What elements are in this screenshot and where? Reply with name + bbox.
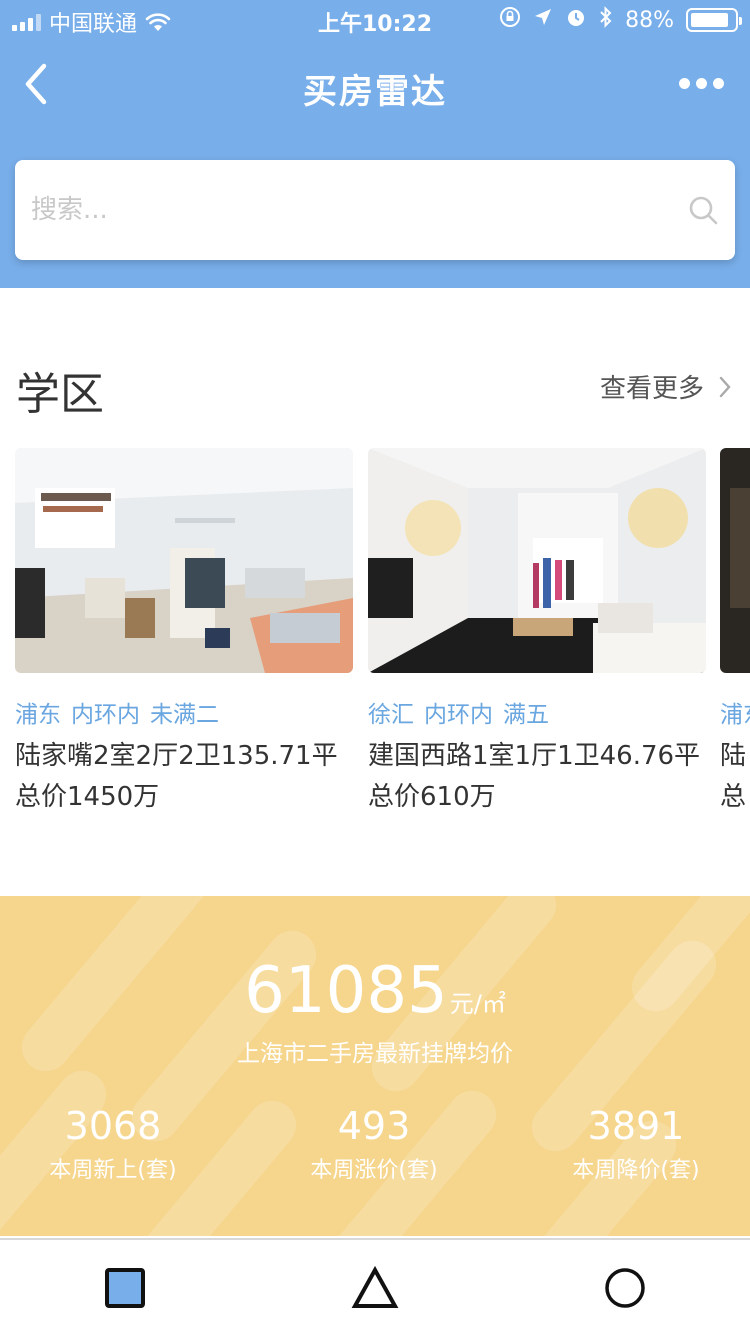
tag-ring: 内环内	[424, 702, 493, 728]
stat-value: 3891	[587, 1104, 685, 1148]
search-box[interactable]	[15, 160, 735, 260]
listing-price: 总	[720, 782, 747, 812]
tag-ring: 内环内	[71, 702, 140, 728]
listing-card[interactable]: 浦东 陆 总	[720, 448, 750, 813]
bluetooth-icon	[599, 6, 613, 34]
alarm-icon	[565, 6, 587, 34]
battery-percent: 88%	[625, 7, 674, 33]
listing-name: 陆	[720, 741, 747, 771]
stat-label: 本周新上(套)	[49, 1158, 177, 1183]
listing-photo[interactable]	[15, 448, 353, 673]
stat-value: 3068	[64, 1104, 162, 1148]
rotation-lock-icon	[499, 6, 521, 34]
bottom-tab-bar	[0, 1238, 750, 1334]
listing-price: 总价1450万	[15, 782, 160, 812]
location-icon	[533, 7, 553, 33]
view-more-label: 查看更多	[599, 374, 704, 404]
average-price: 61085元/㎡	[0, 954, 750, 1028]
search-icon[interactable]	[687, 194, 719, 226]
tag-ownership: 满五	[503, 702, 549, 728]
tag-district: 徐汇	[368, 702, 414, 728]
page-title: 买房雷达	[303, 72, 447, 112]
listing-carousel[interactable]: 浦东 内环内 未满二 陆家嘴2室2厅2卫135.71平 总价1450万 徐汇 内…	[15, 448, 750, 828]
section-title: 学区	[16, 369, 104, 420]
listing-tags: 浦东	[720, 695, 750, 729]
more-dots-icon[interactable]	[679, 78, 724, 89]
listing-name: 陆家嘴2室2厅2卫135.71平	[15, 741, 338, 771]
status-bar: 中国联通 上午10:22 88%	[0, 0, 750, 40]
average-price-value: 61085	[244, 954, 448, 1028]
average-price-unit: 元/㎡	[449, 990, 506, 1018]
listing-tags: 浦东 内环内 未满二	[15, 695, 353, 729]
stat-label: 本周涨价(套)	[310, 1158, 438, 1183]
average-price-label: 上海市二手房最新挂牌均价	[237, 1041, 513, 1067]
tag-ownership: 未满二	[150, 702, 219, 728]
listing-card[interactable]: 徐汇 内环内 满五 建国西路1室1厅1卫46.76平 总价610万	[368, 448, 706, 813]
circle-icon[interactable]	[601, 1264, 649, 1312]
tag-district: 浦东	[720, 702, 750, 728]
stat-price-down: 3891 本周降价(套)	[511, 1104, 750, 1184]
market-stats-banner[interactable]: 61085元/㎡ 上海市二手房最新挂牌均价 3068 本周新上(套) 493 本…	[0, 896, 750, 1236]
listing-tags: 徐汇 内环内 满五	[368, 695, 706, 729]
battery-icon	[686, 8, 742, 32]
tag-district: 浦东	[15, 702, 61, 728]
stat-value: 493	[337, 1104, 411, 1148]
header: 中国联通 上午10:22 88% 买房雷达	[0, 0, 750, 288]
triangle-icon[interactable]	[351, 1264, 399, 1312]
listing-price: 总价610万	[368, 782, 496, 812]
view-more-link[interactable]: 查看更多	[600, 368, 732, 405]
listing-photo[interactable]	[368, 448, 706, 673]
square-icon[interactable]	[101, 1264, 149, 1312]
search-input[interactable]	[31, 186, 651, 234]
listing-card[interactable]: 浦东 内环内 未满二 陆家嘴2室2厅2卫135.71平 总价1450万	[15, 448, 353, 813]
chevron-right-icon	[719, 376, 731, 397]
stat-label: 本周降价(套)	[572, 1158, 700, 1183]
listing-name: 建国西路1室1厅1卫46.76平	[368, 741, 701, 771]
stat-price-up: 493 本周涨价(套)	[249, 1104, 499, 1184]
navigation-bar: 买房雷达	[0, 40, 750, 130]
listing-photo[interactable]	[720, 448, 750, 673]
stat-new-listings: 3068 本周新上(套)	[0, 1104, 238, 1184]
